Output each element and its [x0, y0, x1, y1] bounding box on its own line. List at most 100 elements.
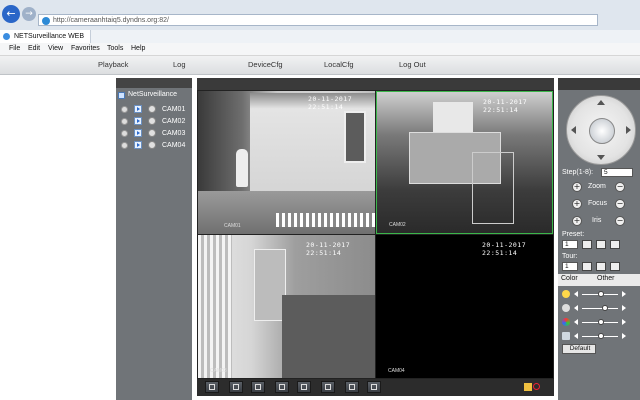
default-button[interactable]: Default — [562, 344, 596, 354]
record-icon[interactable] — [121, 130, 128, 137]
menu-favorites[interactable]: Favorites — [71, 43, 100, 55]
camera-option-icon[interactable] — [148, 129, 156, 137]
ptz-left-icon[interactable] — [571, 126, 576, 134]
iris-out-icon[interactable]: − — [615, 216, 625, 226]
quad-view-icon[interactable] — [251, 381, 265, 393]
record-all-icon[interactable] — [345, 381, 359, 393]
url-input[interactable]: http://cameraanhtaiq5.dyndns.org:82/ — [38, 14, 598, 26]
nav-logout[interactable]: Log Out — [399, 56, 426, 74]
ptz-up-icon[interactable] — [597, 100, 605, 105]
video-toolbar — [197, 379, 554, 396]
hue-icon — [562, 332, 570, 340]
nav-playback[interactable]: Playback — [98, 56, 128, 74]
url-text: http://cameraanhtaiq5.dyndns.org:82/ — [53, 17, 169, 24]
video-tile-cam02[interactable]: 20-11-2017 22:51:14 CAM02 — [376, 91, 553, 234]
play-icon[interactable] — [134, 105, 142, 113]
focus-out-icon[interactable]: − — [615, 199, 625, 209]
camera-label[interactable]: CAM02 — [162, 117, 185, 126]
record-icon[interactable] — [121, 142, 128, 149]
chair-shape — [472, 152, 514, 224]
menu-edit[interactable]: Edit — [28, 43, 40, 55]
camera-label[interactable]: CAM01 — [162, 105, 185, 114]
camera-option-icon[interactable] — [148, 105, 156, 113]
nav-localcfg[interactable]: LocalCfg — [324, 56, 354, 74]
ptz-down-icon[interactable] — [597, 155, 605, 160]
play-icon[interactable] — [134, 141, 142, 149]
tab-color[interactable]: Color — [561, 275, 578, 282]
tab-other[interactable]: Other — [597, 275, 615, 282]
slider-left-icon[interactable] — [574, 291, 578, 297]
single-view-icon[interactable] — [229, 381, 243, 393]
ptz-direction-pad[interactable] — [566, 95, 636, 165]
preset-remove-icon[interactable] — [610, 240, 620, 249]
menu-view[interactable]: View — [48, 43, 63, 55]
hue-slider[interactable] — [562, 332, 638, 341]
slider-left-icon[interactable] — [574, 305, 578, 311]
preset-input[interactable]: 1 — [562, 240, 578, 249]
camera-option-icon[interactable] — [148, 117, 156, 125]
camera-label[interactable]: CAM04 — [162, 141, 185, 150]
tour-stop-icon[interactable] — [596, 262, 606, 271]
fullscreen-icon[interactable] — [205, 381, 219, 393]
menu-tools[interactable]: Tools — [107, 43, 123, 55]
video-timestamp: 20-11-2017 22:51:14 — [483, 98, 528, 114]
close-all-icon[interactable] — [297, 381, 311, 393]
brightness-slider[interactable] — [562, 290, 638, 299]
preset-goto-icon[interactable] — [582, 240, 592, 249]
tour-play-icon[interactable] — [582, 262, 592, 271]
forward-arrow-icon[interactable]: → — [22, 7, 36, 21]
camera-row[interactable]: CAM02 — [120, 117, 190, 127]
ptz-right-icon[interactable] — [626, 126, 631, 134]
app-nav-bar: Playback Log DeviceCfg LocalCfg Log Out — [0, 56, 640, 75]
zoom-in-icon[interactable]: + — [572, 182, 582, 192]
record-icon[interactable] — [121, 118, 128, 125]
camera-label[interactable]: CAM03 — [162, 129, 185, 138]
iris-in-icon[interactable]: + — [572, 216, 582, 226]
browser-tab-bar: NETSurveillance WEB — [0, 30, 640, 44]
slider-right-icon[interactable] — [622, 319, 626, 325]
zoom-out-icon[interactable]: − — [615, 182, 625, 192]
browser-tab[interactable]: NETSurveillance WEB — [0, 30, 92, 43]
contrast-slider[interactable] — [562, 304, 638, 313]
slider-left-icon[interactable] — [574, 333, 578, 339]
slider-right-icon[interactable] — [622, 333, 626, 339]
slider-left-icon[interactable] — [574, 319, 578, 325]
snapshot-icon[interactable] — [321, 381, 335, 393]
video-timestamp: 20-11-2017 22:51:14 — [482, 241, 527, 257]
mute-icon[interactable] — [533, 383, 540, 390]
focus-in-icon[interactable]: + — [572, 199, 582, 209]
play-icon[interactable] — [134, 117, 142, 125]
camera-option-icon[interactable] — [148, 141, 156, 149]
nav-devicecfg[interactable]: DeviceCfg — [248, 56, 283, 74]
open-all-icon[interactable] — [275, 381, 289, 393]
back-arrow-icon[interactable]: ← — [2, 5, 20, 23]
slider-right-icon[interactable] — [622, 291, 626, 297]
video-tile-cam04[interactable]: 20-11-2017 22:51:14 CAM04 — [376, 235, 553, 378]
stop-record-icon[interactable] — [367, 381, 381, 393]
camera-row[interactable]: CAM03 — [120, 129, 190, 139]
preset-add-icon[interactable] — [596, 240, 606, 249]
menu-file[interactable]: File — [9, 43, 20, 55]
camera-row[interactable]: CAM04 — [120, 141, 190, 151]
slider-knob[interactable] — [598, 333, 604, 339]
saturation-slider[interactable] — [562, 318, 638, 327]
speaker-icon[interactable] — [524, 383, 532, 391]
slider-knob[interactable] — [598, 291, 604, 297]
nav-log[interactable]: Log — [173, 56, 186, 74]
tour-grid-icon[interactable] — [610, 262, 620, 271]
tour-input[interactable]: 1 — [562, 262, 578, 271]
step-select[interactable]: 5 — [601, 168, 633, 177]
slider-track[interactable] — [582, 308, 618, 309]
video-tile-cam01[interactable]: 20-11-2017 22:51:14 CAM01 — [198, 91, 375, 234]
menu-help[interactable]: Help — [131, 43, 145, 55]
slider-right-icon[interactable] — [622, 305, 626, 311]
ptz-center-button[interactable] — [589, 118, 615, 144]
video-tile-cam03[interactable]: 20-11-2017 22:51:14 CAM03 — [198, 235, 375, 378]
slider-knob[interactable] — [602, 305, 608, 311]
record-icon[interactable] — [121, 106, 128, 113]
bed-shape — [282, 295, 375, 378]
play-icon[interactable] — [134, 129, 142, 137]
camera-row[interactable]: CAM01 — [120, 105, 190, 115]
device-title[interactable]: NetSurveillance — [128, 91, 177, 98]
slider-knob[interactable] — [598, 319, 604, 325]
